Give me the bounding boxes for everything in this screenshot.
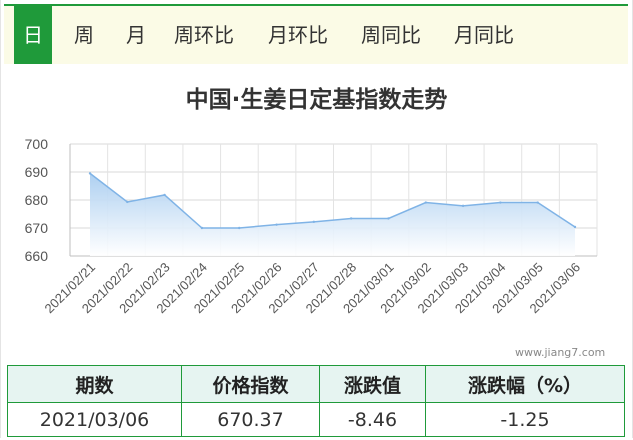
period-tab-bar: 日 周 月 周环比 月环比 周同比 月同比 bbox=[4, 4, 628, 64]
index-summary-table: 期数 价格指数 涨跌值 涨跌幅（%） 2021/03/06 670.37 -8.… bbox=[7, 365, 625, 437]
cell-period: 2021/03/06 bbox=[7, 402, 182, 437]
tab-week[interactable]: 周 bbox=[74, 6, 94, 64]
cell-change-value: -8.46 bbox=[319, 402, 426, 437]
data-point bbox=[312, 220, 316, 224]
cell-price-index: 670.37 bbox=[181, 402, 320, 437]
data-point bbox=[126, 200, 129, 204]
chart-title: 中国·生姜日定基指数走势 bbox=[185, 87, 448, 113]
header-period: 期数 bbox=[7, 365, 182, 403]
header-price-index: 价格指数 bbox=[181, 365, 320, 403]
tab-day[interactable]: 日 bbox=[14, 6, 52, 64]
tab-month[interactable]: 月 bbox=[126, 6, 146, 64]
y-tick-label: 670 bbox=[25, 220, 49, 236]
header-change-percent: 涨跌幅（%） bbox=[425, 365, 625, 403]
data-point bbox=[499, 201, 502, 204]
data-point bbox=[163, 193, 166, 197]
index-trend-chart: 6606706806907002021/02/212021/02/222021/… bbox=[25, 136, 598, 316]
data-point bbox=[573, 225, 577, 229]
y-tick-label: 680 bbox=[25, 192, 49, 208]
data-point bbox=[238, 226, 241, 230]
tab-week-year-on-year[interactable]: 周同比 bbox=[361, 6, 421, 64]
data-point bbox=[349, 217, 353, 220]
tab-month-year-on-year[interactable]: 月同比 bbox=[454, 6, 514, 64]
data-point bbox=[536, 201, 539, 204]
header-change-value: 涨跌值 bbox=[319, 365, 426, 403]
tab-month-on-month[interactable]: 月环比 bbox=[268, 6, 328, 64]
site-watermark: www.jiang7.com bbox=[515, 346, 606, 359]
y-tick-label: 660 bbox=[25, 248, 49, 264]
data-point bbox=[275, 223, 278, 226]
data-point bbox=[200, 226, 204, 230]
data-point bbox=[461, 204, 465, 208]
y-tick-label: 690 bbox=[25, 164, 49, 180]
data-point bbox=[424, 201, 427, 204]
series-area bbox=[90, 173, 575, 256]
tab-week-on-week[interactable]: 周环比 bbox=[174, 6, 234, 64]
y-tick-label: 700 bbox=[25, 136, 49, 152]
data-point bbox=[88, 172, 92, 175]
cell-change-percent: -1.25 bbox=[425, 402, 625, 437]
data-point bbox=[387, 217, 390, 220]
table-row: 2021/03/06 670.37 -8.46 -1.25 bbox=[7, 402, 625, 437]
table-header-row: 期数 价格指数 涨跌值 涨跌幅（%） bbox=[7, 365, 625, 403]
